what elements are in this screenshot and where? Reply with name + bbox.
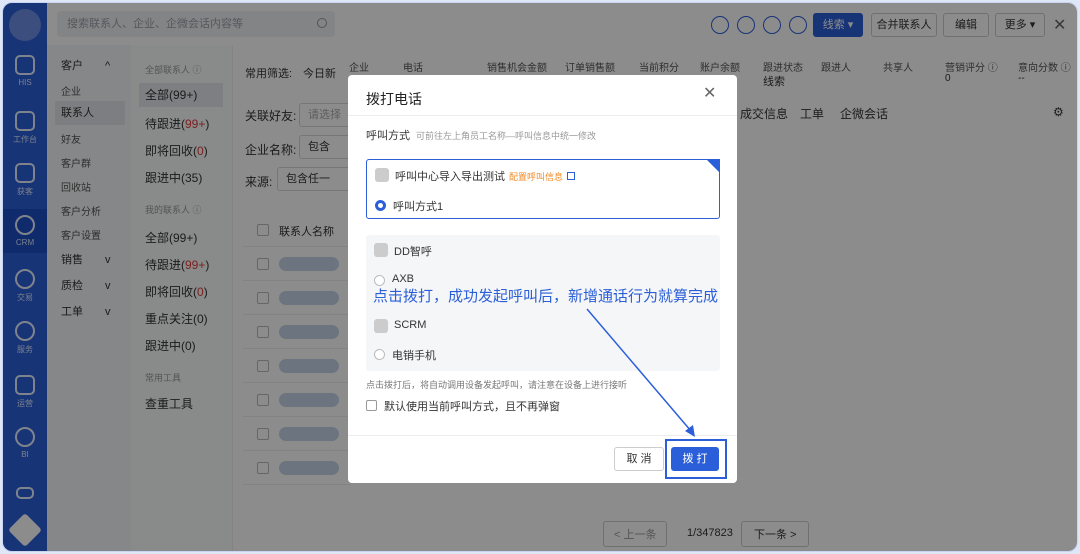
annotation-arrow — [586, 308, 695, 437]
dial-highlight-box — [665, 439, 727, 479]
app-window: HIS 工作台 获客 CRM 交易 服务 运营 BI 搜索联系人、企业、企微会话… — [2, 2, 1078, 552]
